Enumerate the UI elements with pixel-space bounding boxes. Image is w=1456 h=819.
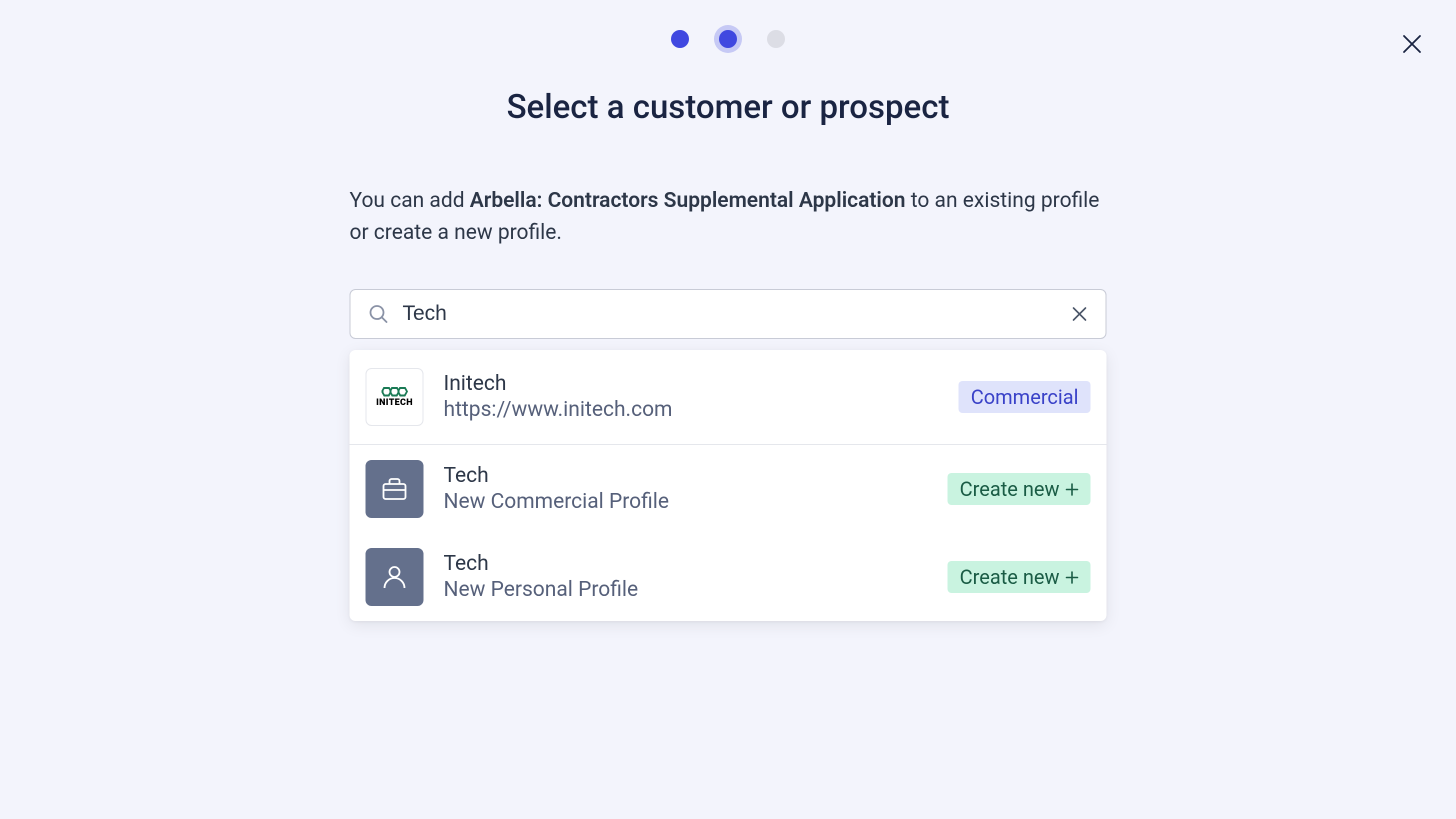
- clear-icon: [1072, 306, 1088, 322]
- result-existing[interactable]: INITECH Initech https://www.initech.com …: [350, 350, 1107, 445]
- create-personal-title: Tech: [444, 552, 948, 576]
- instruction-bold: Arbella: Contractors Supplemental Applic…: [470, 189, 906, 213]
- create-new-badge: Create new: [948, 473, 1091, 505]
- commercial-badge: Commercial: [959, 381, 1091, 413]
- create-personal-subtitle: New Personal Profile: [444, 578, 948, 602]
- result-create-commercial[interactable]: Tech New Commercial Profile Create new: [350, 445, 1107, 533]
- create-commercial-subtitle: New Commercial Profile: [444, 490, 948, 514]
- progress-steps: [671, 30, 785, 48]
- search-icon: [369, 304, 389, 324]
- plus-icon: [1066, 571, 1079, 584]
- clear-search-button[interactable]: [1072, 306, 1088, 322]
- commercial-icon-avatar: [366, 460, 424, 518]
- result-title: Initech: [444, 372, 959, 396]
- create-commercial-title: Tech: [444, 464, 948, 488]
- result-create-personal[interactable]: Tech New Personal Profile Create new: [350, 533, 1107, 621]
- plus-icon: [1066, 483, 1079, 496]
- page-title: Select a customer or prospect: [507, 88, 950, 127]
- progress-step-2: [719, 30, 737, 48]
- progress-step-3: [767, 30, 785, 48]
- instruction-prefix: You can add: [350, 189, 470, 213]
- close-icon: [1402, 34, 1422, 54]
- personal-icon-avatar: [366, 548, 424, 606]
- initech-logo: INITECH: [376, 387, 413, 408]
- progress-step-1: [671, 30, 689, 48]
- company-logo-avatar: INITECH: [366, 368, 424, 426]
- search-container[interactable]: [350, 289, 1107, 339]
- person-icon: [380, 562, 410, 592]
- briefcase-icon: [380, 474, 410, 504]
- result-url: https://www.initech.com: [444, 398, 959, 422]
- close-button[interactable]: [1400, 32, 1424, 56]
- search-input[interactable]: [403, 302, 1072, 326]
- results-dropdown: INITECH Initech https://www.initech.com …: [350, 350, 1107, 621]
- create-new-label: Create new: [960, 477, 1060, 501]
- create-new-label: Create new: [960, 565, 1060, 589]
- create-new-badge: Create new: [948, 561, 1091, 593]
- logo-text: INITECH: [376, 398, 413, 408]
- instruction-text: You can add Arbella: Contractors Supplem…: [350, 186, 1107, 249]
